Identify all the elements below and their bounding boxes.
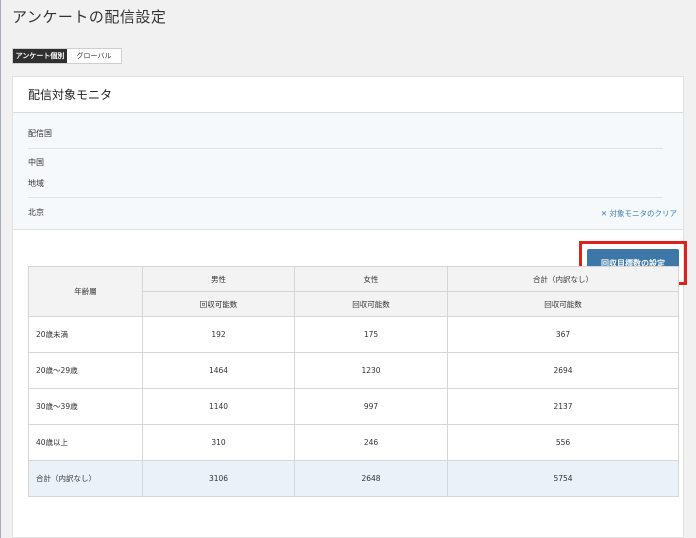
male-subheader: 回収可能数 (142, 291, 295, 317)
country-value: 中国 (28, 158, 44, 167)
male-count-cell: 310 (142, 424, 295, 461)
survey-tabs: アンケート個別 グローバル (12, 48, 122, 64)
total-count-cell: 2694 (447, 352, 679, 389)
country-label: 配信国 (28, 129, 52, 138)
female-count-cell: 246 (294, 424, 448, 461)
female-count-cell: 175 (294, 316, 448, 353)
table-row: 20歳未満 192 175 367 (28, 316, 679, 353)
table-row: 20歳～29歳 1464 1230 2694 (28, 352, 679, 389)
collectable-count-table: 年齢層 男性 女性 合計（内訳なし） 回収可能数 回収可能数 回収可能数 20歳… (28, 266, 679, 497)
total-subheader: 回収可能数 (447, 291, 679, 317)
table-row-total: 合計（内訳なし） 3106 2648 5754 (28, 460, 679, 497)
age-header: 年齢層 (28, 266, 143, 317)
female-count-cell: 2648 (294, 460, 448, 497)
male-count-cell: 1140 (142, 388, 295, 425)
male-count-cell: 1464 (142, 352, 295, 389)
target-monitor-card: 配信対象モニタ 配信国 中国 地域 北京 ✕ 対象モニタのクリア 回収目標数の設… (12, 76, 687, 538)
tab-survey-individual[interactable]: アンケート個別 (13, 49, 67, 63)
divider (28, 197, 663, 198)
female-subheader: 回収可能数 (294, 291, 448, 317)
page-title: アンケートの配信設定 (12, 8, 167, 26)
target-info-panel: 配信国 中国 地域 北京 (13, 113, 683, 230)
age-cell: 40歳以上 (28, 424, 143, 461)
age-cell: 合計（内訳なし） (28, 460, 143, 497)
region-label: 地域 (28, 179, 44, 188)
age-cell: 20歳～29歳 (28, 352, 143, 389)
age-cell: 30歳～39歳 (28, 388, 143, 425)
age-cell: 20歳未満 (28, 316, 143, 353)
section-title: 配信対象モニタ (13, 77, 683, 113)
region-value: 北京 (28, 208, 44, 217)
table-row: 30歳～39歳 1140 997 2137 (28, 388, 679, 425)
male-count-cell: 3106 (142, 460, 295, 497)
tab-global[interactable]: グローバル (67, 49, 121, 63)
male-header: 男性 (142, 266, 295, 292)
total-count-cell: 556 (447, 424, 679, 461)
divider (28, 148, 663, 149)
female-header: 女性 (294, 266, 448, 292)
total-count-cell: 5754 (447, 460, 679, 497)
total-header: 合計（内訳なし） (447, 266, 679, 292)
window-edge (0, 0, 1, 538)
total-count-cell: 367 (447, 316, 679, 353)
female-count-cell: 1230 (294, 352, 448, 389)
male-count-cell: 192 (142, 316, 295, 353)
total-count-cell: 2137 (447, 388, 679, 425)
table-row: 40歳以上 310 246 556 (28, 424, 679, 461)
female-count-cell: 997 (294, 388, 448, 425)
clear-target-monitor-link[interactable]: ✕ 対象モニタのクリア (601, 208, 677, 219)
